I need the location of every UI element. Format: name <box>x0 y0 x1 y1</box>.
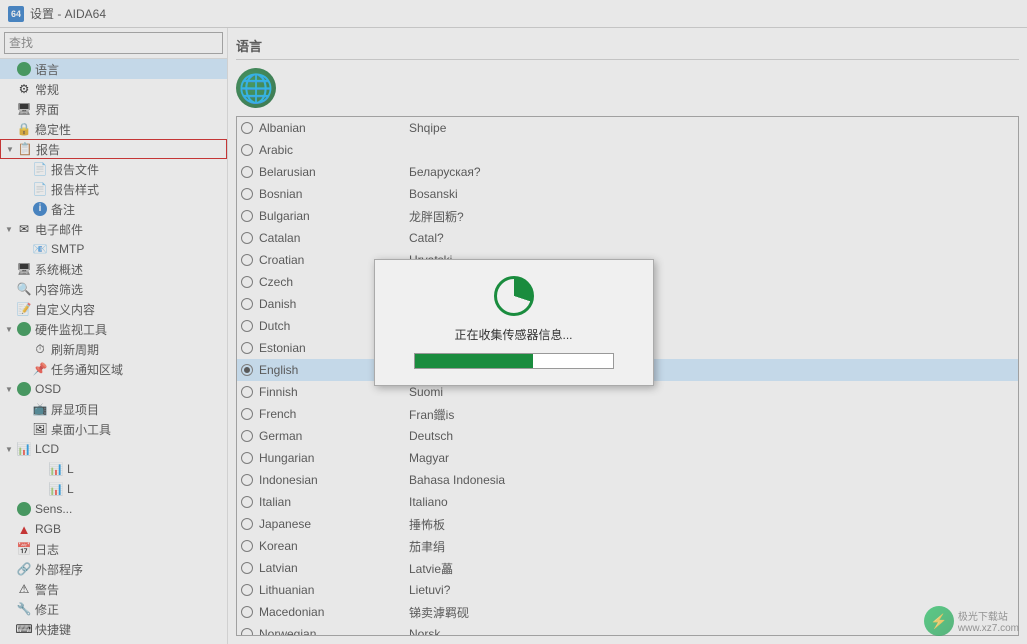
progress-dialog: 正在收集传感器信息... <box>374 259 654 386</box>
dialog-overlay: 正在收集传感器信息... <box>0 0 1027 644</box>
progress-bar-fill <box>415 354 534 368</box>
progress-bar <box>414 353 614 369</box>
dialog-message: 正在收集传感器信息... <box>454 326 572 343</box>
spinner-icon <box>494 276 534 316</box>
